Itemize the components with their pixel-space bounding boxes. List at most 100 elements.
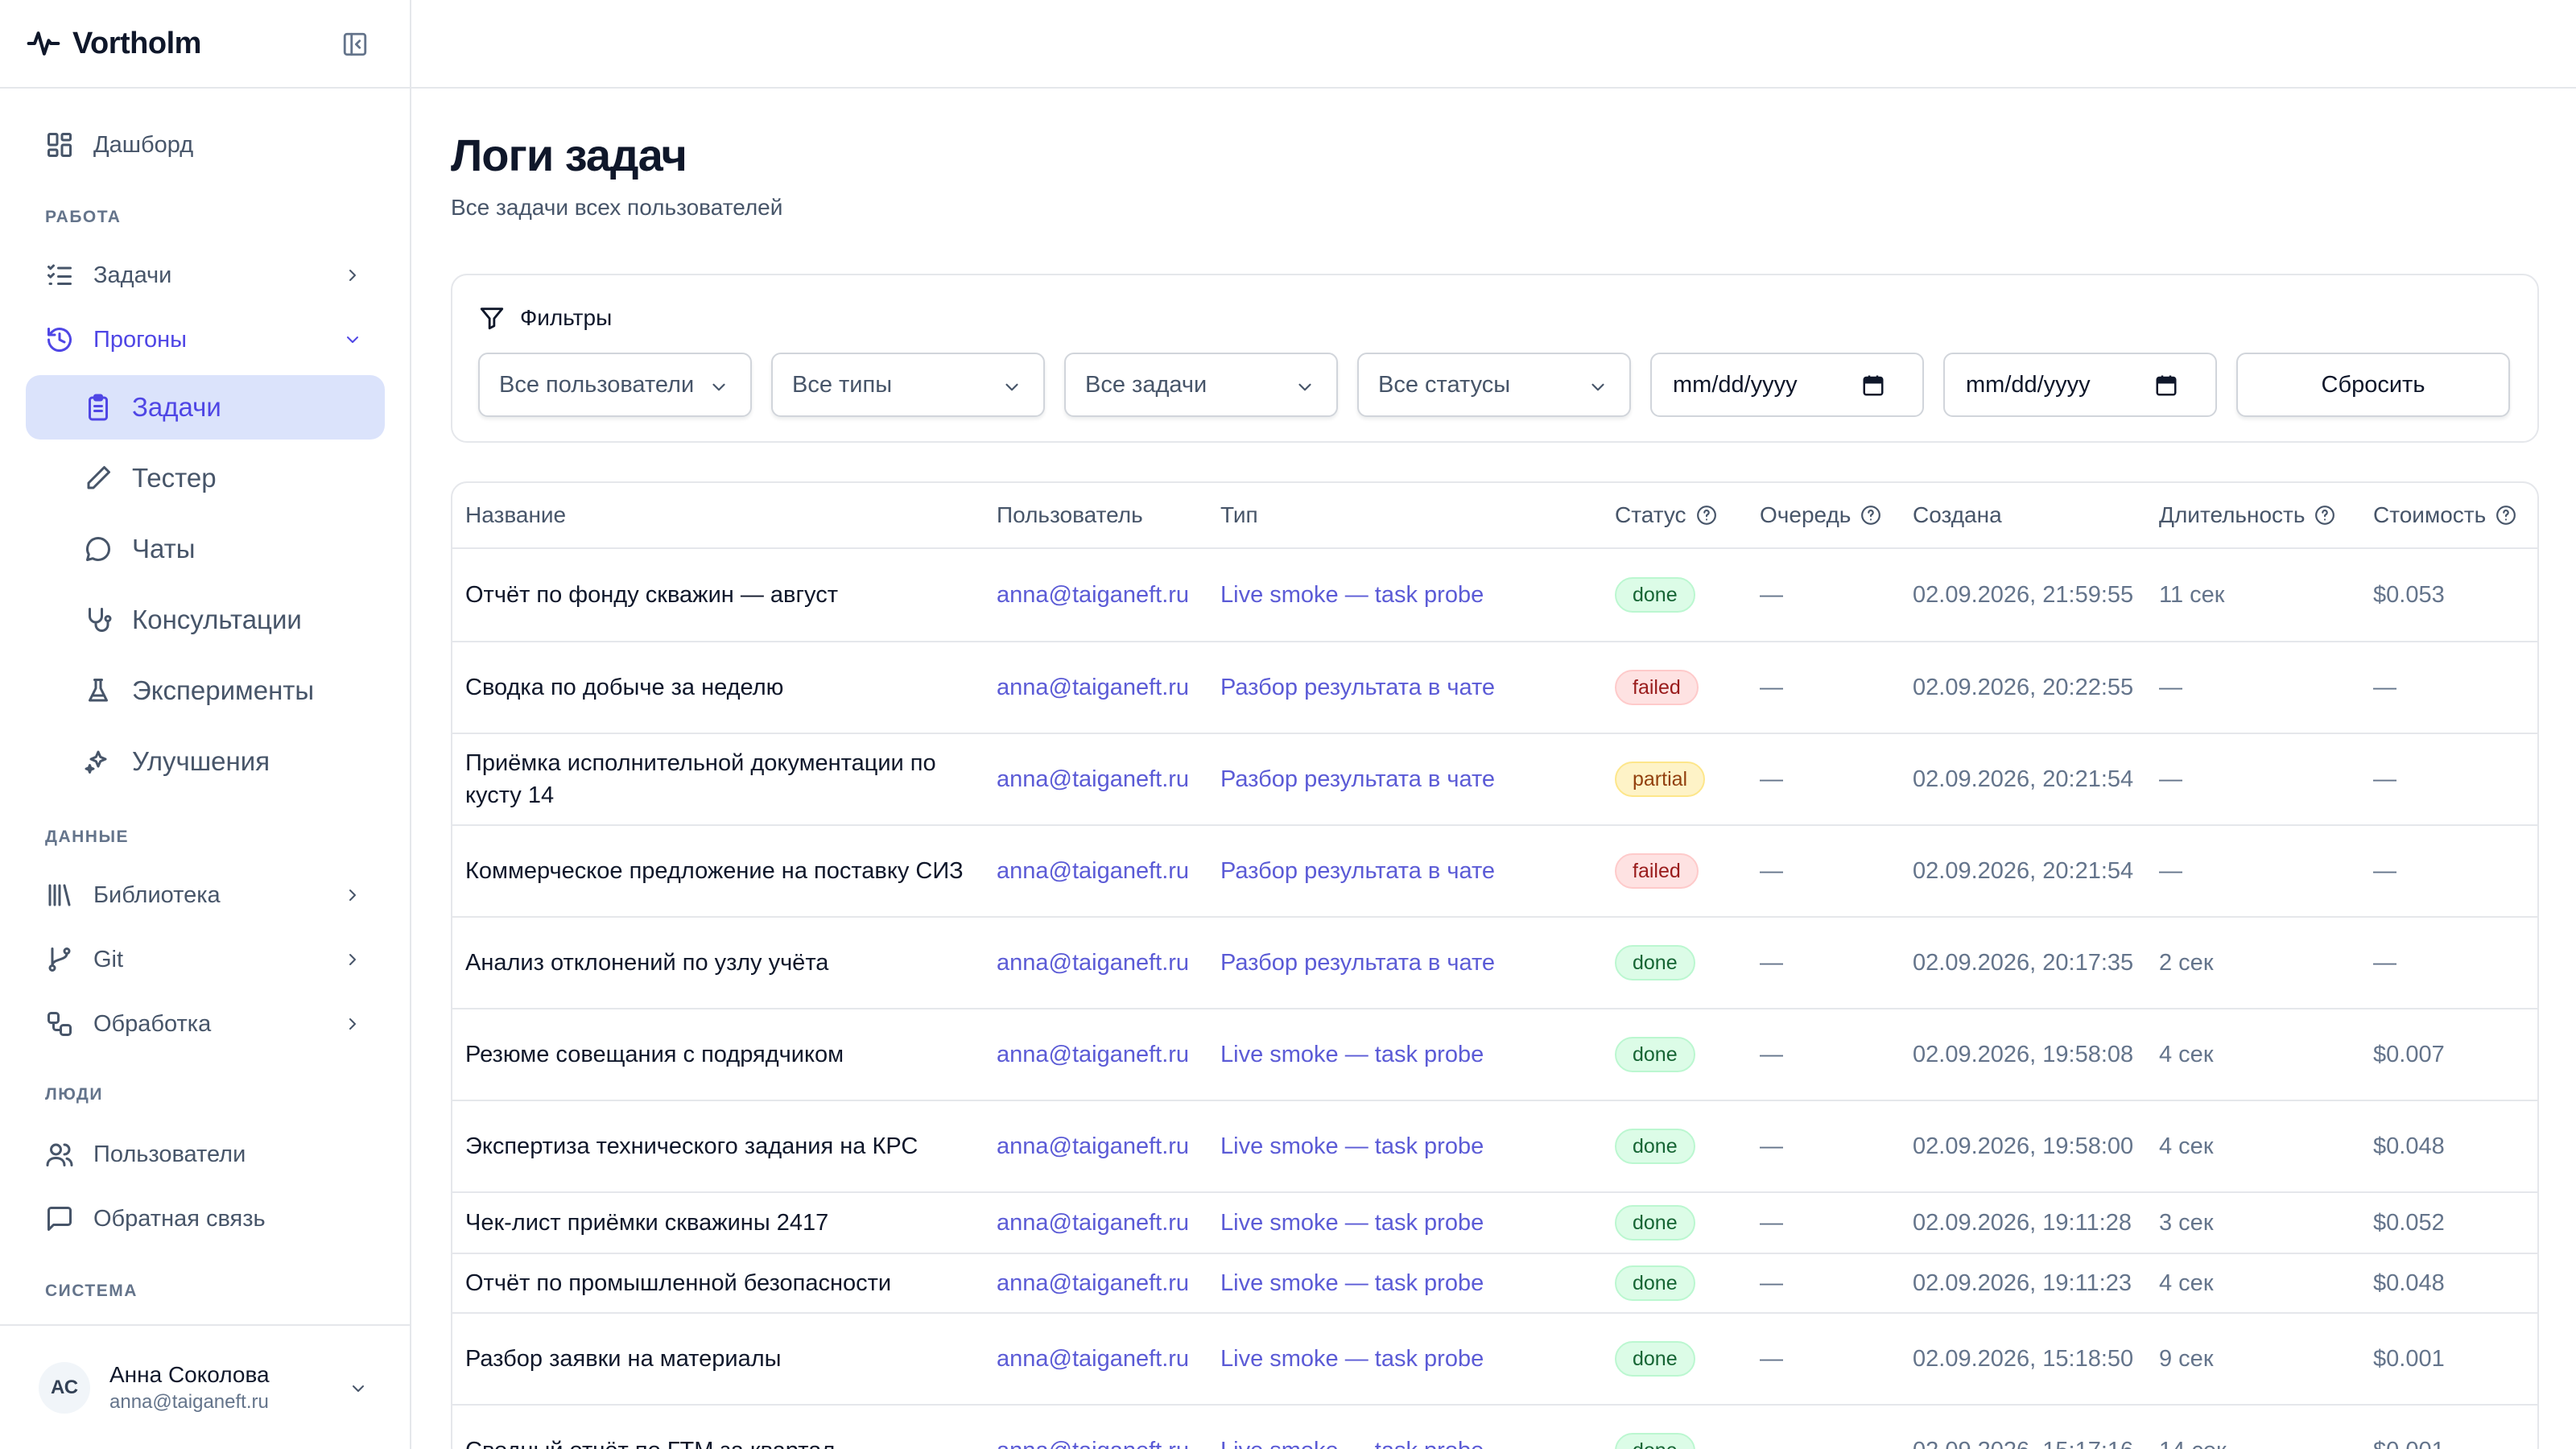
- queue-value-cell: —: [1760, 1406, 1783, 1449]
- column-header-type[interactable]: Тип: [1220, 483, 1258, 547]
- task-name-cell: Коммерческое предложение на поставку СИЗ: [465, 826, 980, 916]
- sidebar-item-users[interactable]: Пользователи: [26, 1122, 385, 1187]
- type-link[interactable]: Live smoke — task probe: [1220, 1435, 1484, 1449]
- chevron-down-icon[interactable]: [349, 1379, 368, 1398]
- column-header-queue[interactable]: Очередь: [1760, 483, 1881, 547]
- table-row[interactable]: Отчёт по промышленной безопасности anna@t…: [452, 1254, 2537, 1314]
- chevron-down-icon: [1591, 383, 1604, 391]
- types-select[interactable]: Все типы: [771, 353, 1045, 417]
- sidebar-item-tasks[interactable]: Задачи: [26, 243, 385, 308]
- chevron-right-icon: [349, 270, 356, 281]
- sidebar-subitem-consultations[interactable]: Консультации: [26, 588, 385, 652]
- sidebar-item-runs[interactable]: Прогоны: [26, 308, 385, 372]
- help-circle-icon[interactable]: [2496, 505, 2516, 526]
- user-link[interactable]: anna@taiganeft.ru: [997, 579, 1189, 611]
- task-name[interactable]: Отчёт по фонду скважин — август: [465, 579, 838, 611]
- table-row[interactable]: Сводный отчёт по ГТМ за квартал anna@taig…: [452, 1406, 2537, 1449]
- user-link[interactable]: anna@taiganeft.ru: [997, 947, 1189, 979]
- type-link[interactable]: Live smoke — task probe: [1220, 1267, 1484, 1299]
- reset-button[interactable]: Сбросить: [2236, 353, 2510, 417]
- statuses-select[interactable]: Все статусы: [1357, 353, 1631, 417]
- table-row[interactable]: Анализ отклонений по узлу учёта anna@taig…: [452, 918, 2537, 1009]
- task-name[interactable]: Сводка по добыче за неделю: [465, 671, 783, 704]
- column-label: Длительность: [2159, 502, 2306, 527]
- user-link[interactable]: anna@taiganeft.ru: [997, 671, 1189, 704]
- duration-value: 14 сек: [2159, 1435, 2227, 1449]
- sidebar-item-dashboard[interactable]: Дашборд: [26, 113, 385, 177]
- queue-value-cell: —: [1760, 1101, 1783, 1191]
- column-header-duration[interactable]: Длительность: [2159, 483, 2335, 547]
- cost-value-cell: —: [2373, 826, 2396, 916]
- type-link[interactable]: Разбор результата в чате: [1220, 855, 1495, 887]
- table-row[interactable]: Экспертиза технического задания на КРС an…: [452, 1101, 2537, 1193]
- user-link[interactable]: anna@taiganeft.ru: [997, 1130, 1189, 1162]
- task-name[interactable]: Чек-лист приёмки скважины 2417: [465, 1207, 828, 1239]
- column-header-name[interactable]: Название: [465, 483, 566, 547]
- table-row[interactable]: Разбор заявки на материалы anna@taiganeft…: [452, 1314, 2537, 1406]
- sidebar-item-library[interactable]: Библиотека: [26, 863, 385, 927]
- column-header-created[interactable]: Создана: [1913, 483, 2002, 547]
- tasks-select[interactable]: Все задачи: [1064, 353, 1338, 417]
- task-name[interactable]: Анализ отклонений по узлу учёта: [465, 947, 828, 979]
- sidebar-subitem-chats[interactable]: Чаты: [26, 517, 385, 581]
- calendar-icon[interactable]: [2154, 374, 2178, 398]
- user-link[interactable]: anna@taiganeft.ru: [997, 1435, 1189, 1449]
- sidebar-subitem-tester[interactable]: Тестер: [26, 446, 385, 510]
- column-header-user[interactable]: Пользователь: [997, 483, 1143, 547]
- duration-value-cell: 9 сек: [2159, 1314, 2214, 1404]
- task-name[interactable]: Отчёт по промышленной безопасности: [465, 1267, 891, 1299]
- table-row[interactable]: Резюме совещания с подрядчиком anna@taiga…: [452, 1009, 2537, 1101]
- users-select[interactable]: Все пользователи: [478, 353, 752, 417]
- sidebar-item-processing[interactable]: Обработка: [26, 992, 385, 1056]
- user-link[interactable]: anna@taiganeft.ru: [997, 1267, 1189, 1299]
- task-name[interactable]: Приёмка исполнительной документации по к…: [465, 747, 980, 811]
- help-circle-icon[interactable]: [2314, 505, 2335, 526]
- queue-value-cell: —: [1760, 549, 1783, 641]
- queue-value: —: [1760, 1209, 1783, 1236]
- sidebar-subitem-tasks[interactable]: Задачи: [26, 375, 385, 440]
- sidebar-item-feedback[interactable]: Обратная связь: [26, 1187, 385, 1251]
- task-name[interactable]: Разбор заявки на материалы: [465, 1343, 782, 1375]
- column-label: Стоимость: [2373, 502, 2487, 527]
- user-link[interactable]: anna@taiganeft.ru: [997, 1207, 1189, 1239]
- sidebar-item-git[interactable]: Git: [26, 927, 385, 992]
- table-row[interactable]: Сводка по добыче за неделю anna@taiganeft…: [452, 642, 2537, 734]
- user-link[interactable]: anna@taiganeft.ru: [997, 855, 1189, 887]
- task-name[interactable]: Резюме совещания с подрядчиком: [465, 1038, 844, 1071]
- type-link[interactable]: Live smoke — task probe: [1220, 579, 1484, 611]
- cost-value: —: [2373, 766, 2396, 792]
- table-row[interactable]: Коммерческое предложение на поставку СИЗ…: [452, 826, 2537, 918]
- sidebar-collapse-icon[interactable]: [341, 31, 369, 58]
- duration-value-cell: 11 сек: [2159, 549, 2224, 641]
- help-circle-icon[interactable]: [1860, 505, 1881, 526]
- table-row[interactable]: Отчёт по фонду скважин — август anna@taig…: [452, 549, 2537, 642]
- type-link[interactable]: Live smoke — task probe: [1220, 1038, 1484, 1071]
- column-header-status[interactable]: Статус: [1615, 483, 1717, 547]
- column-header-cost[interactable]: Стоимость: [2373, 483, 2516, 547]
- sidebar-subitem-experiments[interactable]: Эксперименты: [26, 658, 385, 723]
- type-link[interactable]: Разбор результата в чате: [1220, 947, 1495, 979]
- user-link[interactable]: anna@taiganeft.ru: [997, 1343, 1189, 1375]
- status-badge: failed: [1615, 670, 1699, 705]
- type-link[interactable]: Разбор результата в чате: [1220, 671, 1495, 704]
- help-circle-icon[interactable]: [1696, 505, 1717, 526]
- type-link[interactable]: Разбор результата в чате: [1220, 763, 1495, 795]
- type-link[interactable]: Live smoke — task probe: [1220, 1130, 1484, 1162]
- date-to-input[interactable]: mm/dd/yyyy: [1943, 353, 2217, 417]
- cost-value: —: [2373, 674, 2396, 700]
- user-link[interactable]: anna@taiganeft.ru: [997, 763, 1189, 795]
- table-row[interactable]: Чек-лист приёмки скважины 2417 anna@taiga…: [452, 1193, 2537, 1254]
- type-link[interactable]: Live smoke — task probe: [1220, 1343, 1484, 1375]
- task-name[interactable]: Экспертиза технического задания на КРС: [465, 1130, 918, 1162]
- task-name[interactable]: Сводный отчёт по ГТМ за квартал: [465, 1435, 835, 1449]
- type-link[interactable]: Live smoke — task probe: [1220, 1207, 1484, 1239]
- current-user[interactable]: АС Анна Соколова anna@taiganeft.ru: [0, 1324, 410, 1449]
- sidebar-subitem-improvements[interactable]: Улучшения: [26, 729, 385, 794]
- cost-value-cell: $0.001: [2373, 1314, 2445, 1404]
- user-link[interactable]: anna@taiganeft.ru: [997, 1038, 1189, 1071]
- duration-value-cell: 2 сек: [2159, 918, 2214, 1008]
- date-from-input[interactable]: mm/dd/yyyy: [1650, 353, 1924, 417]
- calendar-icon[interactable]: [1861, 374, 1885, 398]
- task-name[interactable]: Коммерческое предложение на поставку СИЗ: [465, 855, 964, 887]
- table-row[interactable]: Приёмка исполнительной документации по к…: [452, 734, 2537, 826]
